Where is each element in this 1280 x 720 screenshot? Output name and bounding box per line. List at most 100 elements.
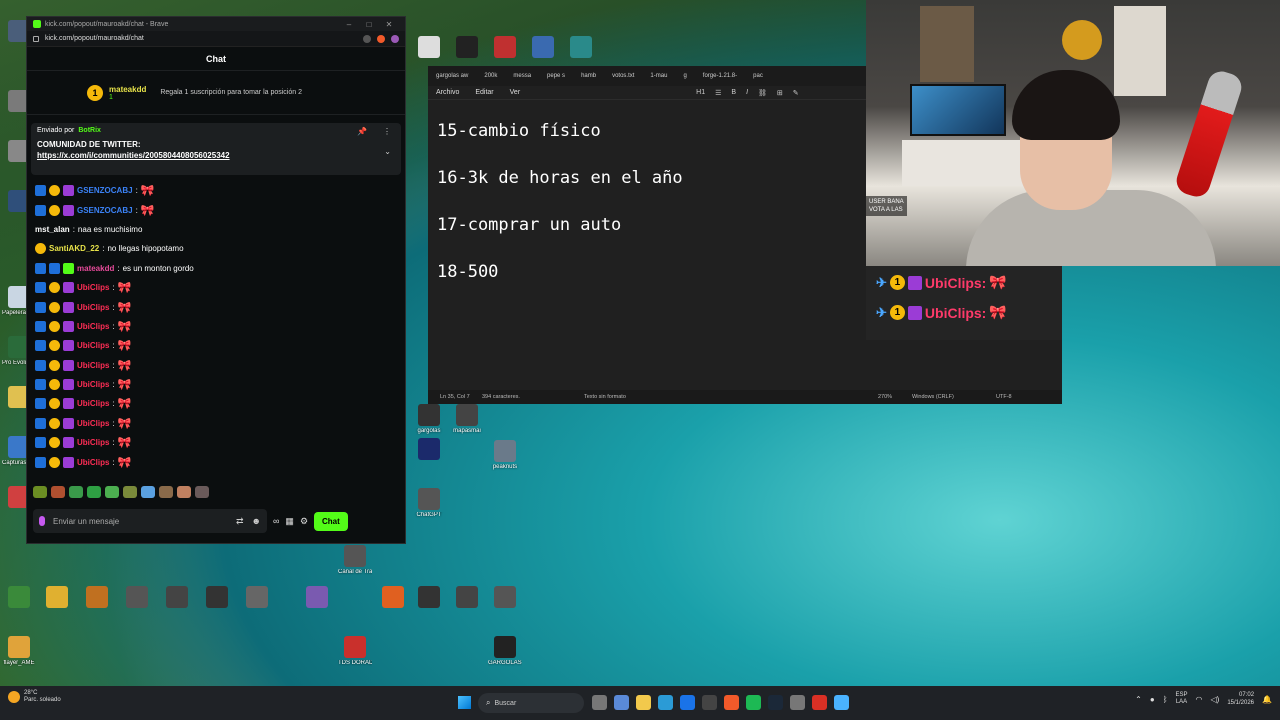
window-titlebar[interactable]: kick.com/popout/mauroakd/chat - Brave – … (27, 17, 405, 31)
menu-editar[interactable]: Editar (475, 89, 493, 96)
notepad-tab[interactable]: forge-1.21.8- (703, 73, 737, 79)
chat-username[interactable]: GSENZOCABJ (77, 186, 133, 195)
url-text[interactable]: kick.com/popout/mauroakd/chat (45, 35, 144, 42)
steam-icon[interactable] (768, 695, 783, 710)
volume-icon[interactable]: ◁) (1211, 695, 1220, 704)
chat-input-placeholder[interactable]: Enviar un mensaje (53, 517, 119, 526)
notepad-taskbar-icon[interactable] (834, 695, 849, 710)
desktop-icon[interactable] (488, 36, 522, 60)
chat-username[interactable]: UbiClips (77, 380, 109, 389)
taskbar-search[interactable]: ⌕ Buscar (478, 693, 584, 713)
rewards-icon[interactable] (391, 34, 399, 43)
desktop-icon[interactable]: Canal de Transicion (338, 545, 372, 576)
weather-widget[interactable]: 28°C Parc. soleado (8, 690, 61, 704)
emote-icon[interactable] (105, 486, 119, 498)
zoom-level[interactable]: 270% (878, 394, 892, 400)
chat-username[interactable]: UbiClips (77, 322, 109, 331)
desktop-icon[interactable] (200, 586, 234, 610)
notepad-tab[interactable]: gargolas aw (436, 73, 468, 79)
desktop-icon[interactable]: GARGOLAS AWARDS (488, 636, 522, 667)
kicks-icon[interactable]: ∞ (273, 516, 279, 526)
chat-username[interactable]: UbiClips (77, 399, 109, 408)
chevron-up-icon[interactable]: ⌃ (1135, 695, 1142, 704)
clear-format-icon[interactable]: ✎ (793, 89, 799, 97)
pin-link[interactable]: https://x.com/i/communities/200580440805… (37, 151, 395, 160)
emote-icon[interactable] (33, 486, 47, 498)
desktop-icon[interactable] (526, 36, 560, 60)
desktop-icon[interactable]: TDS DORADO (338, 636, 372, 667)
emoji-icon[interactable]: ☻ (252, 516, 261, 526)
wifi-icon[interactable]: ◠ (1196, 695, 1203, 704)
desktop-icon[interactable] (412, 438, 446, 462)
line-ending[interactable]: Windows (CRLF) (912, 394, 954, 400)
emote-icon[interactable] (141, 486, 155, 498)
notifications-icon[interactable]: 🔔 (1262, 695, 1272, 704)
chat-username[interactable]: UbiClips (77, 283, 109, 292)
desktop-icon[interactable] (564, 36, 598, 60)
chat-username[interactable]: UbiClips (77, 438, 109, 447)
emote-icon[interactable] (69, 486, 83, 498)
store-app-icon[interactable] (680, 695, 695, 710)
bold-icon[interactable]: B (731, 89, 736, 97)
recorder-icon[interactable] (812, 695, 827, 710)
obs-icon[interactable] (790, 695, 805, 710)
chat-username[interactable]: mateakdd (77, 264, 114, 273)
emote-icon[interactable] (195, 486, 209, 498)
gift-prompt[interactable]: Regala 1 suscripción para tomar la posic… (160, 89, 302, 96)
desktop-icon[interactable]: ChatGPT (412, 488, 446, 519)
task-view-icon[interactable] (592, 695, 607, 710)
notepad-tab[interactable]: pac (753, 73, 763, 79)
menu-archivo[interactable]: Archivo (436, 89, 459, 96)
link-icon[interactable]: ⛓ (758, 89, 767, 97)
italic-icon[interactable]: I (746, 89, 748, 97)
address-bar[interactable]: kick.com/popout/mauroakd/chat (27, 31, 405, 47)
start-button[interactable] (458, 696, 471, 709)
site-info-icon[interactable] (33, 35, 39, 42)
notepad-tab[interactable]: hamb (581, 73, 596, 79)
chat-username[interactable]: mst_alan (35, 225, 70, 234)
pin-sender[interactable]: BotRix (78, 127, 101, 134)
emote-icon[interactable] (51, 486, 65, 498)
desktop-icon[interactable] (120, 586, 154, 610)
desktop-icon[interactable]: peaknuts (488, 440, 522, 471)
desktop-icon[interactable]: flayer_AME (2, 636, 36, 667)
top-gifter-username[interactable]: mateakdd (109, 85, 146, 94)
widgets-icon[interactable] (614, 695, 629, 710)
notepad-tab[interactable]: g (683, 73, 686, 79)
file-explorer-icon[interactable] (636, 695, 651, 710)
edge-icon[interactable] (658, 695, 673, 710)
desktop-icon[interactable]: gargolas (412, 404, 446, 435)
chevron-down-icon[interactable]: ⌄ (384, 147, 391, 156)
emote-icon[interactable] (159, 486, 173, 498)
desktop-icon[interactable] (376, 586, 410, 610)
desktop-icon[interactable] (240, 586, 274, 610)
emote-icon[interactable] (87, 486, 101, 498)
chat-username[interactable]: UbiClips (77, 361, 109, 370)
minimize-icon[interactable]: – (339, 20, 359, 29)
emote-icon[interactable] (123, 486, 137, 498)
desktop-icon[interactable] (160, 586, 194, 610)
tray-app-icon[interactable]: ● (1150, 695, 1155, 704)
desktop-icon[interactable]: mapasmai (450, 404, 484, 435)
bluetooth-icon[interactable]: ᛒ (1163, 695, 1168, 704)
spotify-icon[interactable] (746, 695, 761, 710)
desktop-icon[interactable] (412, 586, 446, 610)
brave-shields-icon[interactable] (377, 34, 385, 43)
emote-icon[interactable] (177, 486, 191, 498)
language-indicator[interactable]: ESP LAA (1176, 692, 1188, 706)
chat-username[interactable]: UbiClips (77, 419, 109, 428)
top-gifter[interactable]: mateakdd 1 (109, 85, 146, 101)
chat-input[interactable]: Enviar un mensaje ⇄ ☻ (33, 509, 267, 533)
menu-ver[interactable]: Ver (510, 89, 521, 96)
send-chat-button[interactable]: Chat (314, 511, 348, 531)
notepad-tab[interactable]: 1-mau (650, 73, 667, 79)
translate-icon[interactable]: ⇄ (236, 516, 244, 527)
brave-icon[interactable] (724, 695, 739, 710)
notepad-tab[interactable]: messa (513, 73, 531, 79)
desktop-icon[interactable] (300, 586, 334, 610)
chat-username[interactable]: GSENZOCABJ (77, 206, 133, 215)
chat-username[interactable]: UbiClips (77, 303, 109, 312)
desktop-icon[interactable] (450, 36, 484, 60)
desktop-icon[interactable] (412, 36, 446, 60)
desktop-icon[interactable] (488, 586, 522, 610)
